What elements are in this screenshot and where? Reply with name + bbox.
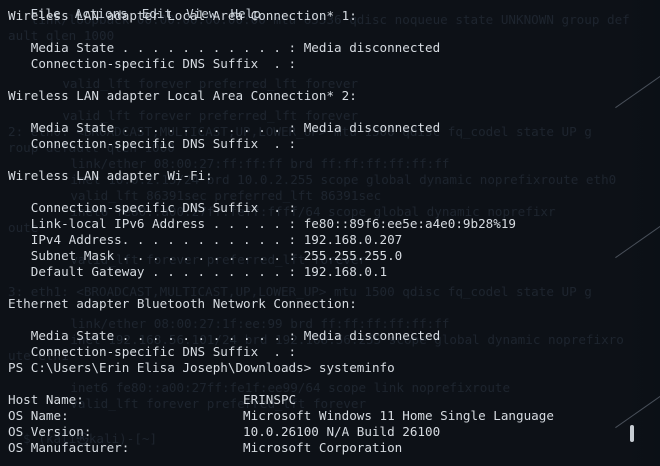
output-line: Host Name: ERINSPC [8, 392, 297, 407]
terminal-window: link/loopback 00:00:00:00:00:00 mtu 6553… [0, 0, 660, 466]
output-line: Connection-specific DNS Suffix . : [8, 56, 297, 71]
output-line: Default Gateway . . . . . . . . . : 192.… [8, 264, 388, 279]
desktop-edge [615, 0, 660, 466]
output-line: Ethernet adapter Bluetooth Network Conne… [8, 296, 357, 311]
output-line: Subnet Mask . . . . . . . . . . . : 255.… [8, 248, 403, 263]
output-line: Wireless LAN adapter Wi-Fi: [8, 168, 213, 183]
output-line: Media State . . . . . . . . . . . : Medi… [8, 40, 441, 55]
output-line: Connection-specific DNS Suffix . : [8, 200, 297, 215]
output-line: Wireless LAN adapter Local Area Connecti… [8, 88, 357, 103]
terminal-output[interactable]: Wireless LAN adapter Local Area Connecti… [8, 8, 628, 456]
prompt-line: PS C:\Users\Erin Elisa Joseph\Downloads>… [8, 360, 395, 375]
scrollbar-thumb[interactable] [630, 425, 634, 442]
output-line: OS Manufacturer: Microsoft Corporation [8, 440, 403, 455]
output-line: Media State . . . . . . . . . . . : Medi… [8, 328, 441, 343]
output-line: OS Name: Microsoft Windows 11 Home Singl… [8, 408, 554, 423]
output-line: Connection-specific DNS Suffix . : [8, 344, 297, 359]
output-line: Link-local IPv6 Address . . . . . : fe80… [8, 216, 516, 231]
output-line: OS Version: 10.0.26100 N/A Build 26100 [8, 424, 441, 439]
output-line: Connection-specific DNS Suffix . : [8, 136, 297, 151]
menu-bar: File Actions Edit View Help [0, 0, 660, 21]
output-line: Wireless LAN adapter Local Area Connecti… [8, 8, 357, 23]
output-line: IPv4 Address. . . . . . . . . . . : 192.… [8, 232, 403, 247]
output-line: Media State . . . . . . . . . . . : Medi… [8, 120, 441, 135]
